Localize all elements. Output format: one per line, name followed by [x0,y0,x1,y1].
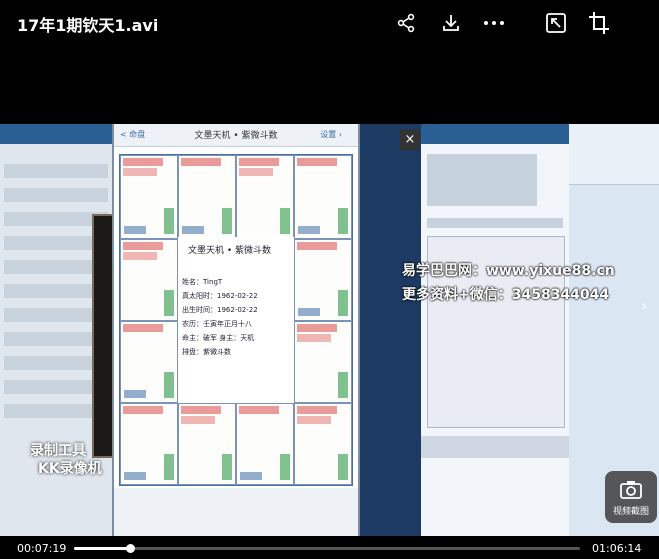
recorder-logo-line: 录制工具 [30,443,86,459]
playback-bar: 00:07:19 01:06:14 [0,536,659,559]
palace-cell [120,321,178,403]
palace-cell [120,403,178,485]
palace-cell [236,155,294,239]
palace-cell [294,321,352,403]
video-snapshot-button[interactable]: 视频截图 [605,471,657,523]
crop-icon[interactable] [586,10,612,36]
close-icon[interactable]: × [400,130,420,150]
watermark-line: 易学巴巴网：www.yixue88.cn [402,263,615,279]
progress-knob[interactable] [125,544,135,553]
phone-settings-link: 设置 › [320,130,342,139]
video-title: 17年1期钦天1.avi [17,16,159,35]
ziwei-chart-grid: 文墨天机 • 紫微斗数 姓名：TingT 真太阳时：1962-02-22 出生时… [119,154,353,486]
palace-cell [178,155,236,239]
video-frame[interactable]: < 命盘 文墨天机 • 紫微斗数 设置 › 文墨天机 • 紫微斗数 姓名：Tin… [0,124,659,536]
progress-track[interactable] [74,544,580,553]
center-line: 出生时间：1962-02-22 [182,306,258,314]
download-icon[interactable] [438,10,464,36]
center-heading: 文墨天机 • 紫微斗数 [188,246,272,256]
phone-chart-window: < 命盘 文墨天机 • 紫微斗数 设置 › 文墨天机 • 紫微斗数 姓名：Tin… [112,124,360,536]
palace-cell [120,155,178,239]
share-icon[interactable] [393,10,419,36]
palace-cell [120,239,178,321]
palace-cell [294,239,352,321]
center-line: 真太阳时：1962-02-22 [182,292,258,300]
palace-cell [236,403,294,485]
total-time: 01:06:14 [592,542,642,555]
center-line: 排盘：紫微斗数 [182,348,231,356]
phone-footer-bar [114,488,358,536]
snapshot-label: 视频截图 [612,507,649,517]
palace-cell [294,403,352,485]
next-arrow-icon[interactable]: › [641,296,647,315]
right-chat-window [421,124,569,536]
more-icon[interactable] [481,10,507,36]
center-line: 命主：破军 身主：天机 [182,334,255,342]
palace-cell [294,155,352,239]
watermark-line: 更多资料+微信：3458344044 [402,287,610,303]
center-line: 农历：壬寅年正月十八 [182,320,252,328]
camera-icon [620,481,642,499]
title-bar: 17年1期钦天1.avi [0,0,659,46]
palace-cell [178,403,236,485]
pip-icon[interactable] [543,10,569,36]
progress-played [74,547,130,550]
chat-message-bar [421,436,569,458]
chart-center-info: 文墨天机 • 紫微斗数 姓名：TingT 真太阳时：1962-02-22 出生时… [178,237,294,401]
current-time: 00:07:19 [17,542,67,555]
center-line: 姓名：TingT [182,278,223,286]
recorder-logo-line: KK录像机 [38,461,102,477]
phone-header: < 命盘 文墨天机 • 紫微斗数 设置 › [114,124,358,147]
